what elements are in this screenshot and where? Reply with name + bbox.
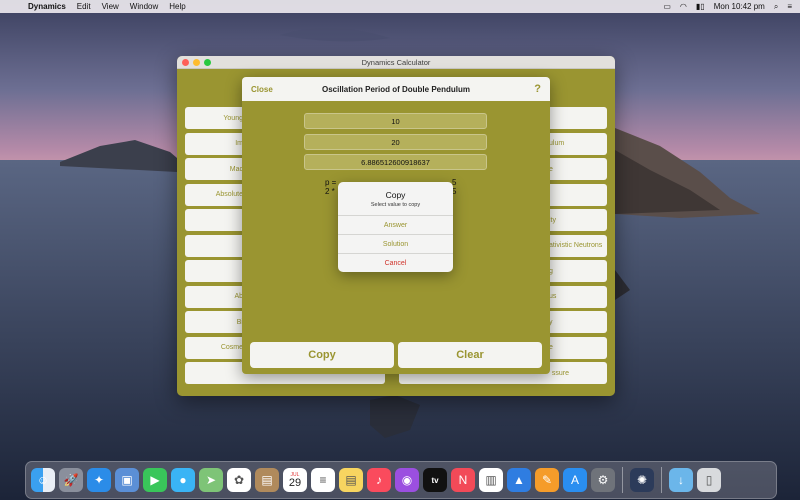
sheet-header: Close Oscillation Period of Double Pendu…: [242, 77, 550, 101]
copy-button[interactable]: Copy: [250, 342, 394, 368]
calendar-icon[interactable]: JUL 29: [283, 468, 307, 492]
window-title: Dynamics Calculator: [361, 57, 431, 67]
calculator-item-right-8[interactable]: y: [545, 311, 607, 333]
calculator-item-right-0[interactable]: [545, 107, 607, 129]
system-preferences-icon[interactable]: ⚙: [591, 468, 615, 492]
copy-dialog-header: Copy Select value to copy: [338, 182, 453, 215]
clear-button[interactable]: Clear: [398, 342, 542, 368]
notes-icon[interactable]: ▤: [339, 468, 363, 492]
menubar: Dynamics Edit View Window Help ▭ ◠ ▮▯ Mo…: [0, 0, 800, 13]
launchpad-icon[interactable]: 🚀: [59, 468, 83, 492]
calculator-item-right-9[interactable]: e: [545, 336, 607, 359]
calculator-item-right-5[interactable]: ativistic Neutrons: [545, 234, 607, 257]
battery-icon[interactable]: ▮▯: [696, 2, 705, 11]
calculator-item-right-7[interactable]: us: [545, 285, 607, 308]
calculator-item-left-0[interactable]: Young: [185, 107, 247, 129]
copy-cancel-option[interactable]: Cancel: [338, 253, 453, 272]
photos-icon[interactable]: ✿: [227, 468, 251, 492]
copy-solution-option[interactable]: Solution: [338, 234, 453, 253]
clock[interactable]: Mon 10:42 pm: [714, 2, 765, 11]
status-area: ▭ ◠ ▮▯ Mon 10:42 pm ⌕ ≡: [663, 2, 792, 12]
calculator-item-right-2[interactable]: e: [545, 158, 607, 180]
close-button[interactable]: Close: [251, 85, 273, 94]
menu-help[interactable]: Help: [169, 2, 185, 11]
messages-icon[interactable]: ●: [171, 468, 195, 492]
calculator-item-right-3[interactable]: [545, 183, 607, 206]
safari-icon[interactable]: ✦: [87, 468, 111, 492]
calculator-item-left-8[interactable]: Bi: [185, 311, 247, 333]
reminders-icon[interactable]: ≡: [311, 468, 335, 492]
trash-icon[interactable]: ▯: [697, 468, 721, 492]
appstore-icon[interactable]: A: [563, 468, 587, 492]
dock: ☺ 🚀 ✦ ▣ ▶ ● ➤ ✿ ▤ JUL 29 ≡ ▤ ♪ ◉ tv N ▥ ▲ ✎ A ⚙ ✺ ↓ ▯: [25, 461, 777, 499]
calculator-item-right-4[interactable]: lty: [545, 209, 607, 231]
pages-icon[interactable]: ✎: [535, 468, 559, 492]
control-center-icon[interactable]: ≡: [787, 2, 792, 11]
numbers-icon[interactable]: ▥: [479, 468, 503, 492]
calculator-item-left-9[interactable]: Cosme: [185, 336, 247, 359]
calculator-item-left-6[interactable]: [185, 260, 247, 282]
calculator-item-left-7[interactable]: Ab: [185, 285, 247, 308]
sheet-title: Oscillation Period of Double Pendulum: [321, 84, 470, 94]
calculator-item-left-5[interactable]: [185, 234, 247, 257]
copy-dialog: Copy Select value to copy Answer Solutio…: [338, 182, 453, 272]
contacts-icon[interactable]: ▤: [255, 468, 279, 492]
calendar-day: 29: [288, 476, 302, 489]
news-icon[interactable]: N: [451, 468, 475, 492]
formula-line-1: p =: [325, 178, 337, 187]
preview-icon[interactable]: ▣: [115, 468, 139, 492]
podcasts-icon[interactable]: ◉: [395, 468, 419, 492]
dynamics-app-icon[interactable]: ✺: [630, 468, 654, 492]
dock-separator: [661, 467, 662, 493]
input-field-1[interactable]: 10: [304, 113, 487, 129]
finder-icon[interactable]: ☺: [31, 468, 55, 492]
facetime-icon[interactable]: ▶: [143, 468, 167, 492]
result-field[interactable]: 6.886512600918637: [304, 154, 487, 170]
copy-dialog-subtitle: Select value to copy: [370, 201, 421, 208]
calculator-item-left-4[interactable]: [185, 209, 247, 231]
search-icon[interactable]: ⌕: [774, 2, 778, 12]
help-button[interactable]: ?: [534, 83, 541, 95]
wifi-icon[interactable]: ◠: [680, 2, 687, 11]
formula-line-2: 2 *: [325, 187, 335, 196]
menu-window[interactable]: Window: [130, 2, 158, 11]
copy-dialog-title: Copy: [385, 189, 406, 200]
downloads-folder-icon[interactable]: ↓: [669, 468, 693, 492]
calculator-item-right-6[interactable]: g: [545, 260, 607, 282]
menu-view[interactable]: View: [102, 2, 119, 11]
airplay-icon[interactable]: ▭: [663, 2, 671, 11]
calculator-item-right-1[interactable]: ulum: [545, 132, 607, 155]
tv-icon[interactable]: tv: [423, 468, 447, 492]
input-field-2[interactable]: 20: [304, 134, 487, 150]
keynote-icon[interactable]: ▲: [507, 468, 531, 492]
music-icon[interactable]: ♪: [367, 468, 391, 492]
menu-edit[interactable]: Edit: [77, 2, 91, 11]
window-titlebar[interactable]: Dynamics Calculator: [177, 56, 615, 69]
tv-label: tv: [431, 475, 439, 485]
menu-app-name[interactable]: Dynamics: [28, 2, 66, 11]
copy-answer-option[interactable]: Answer: [338, 215, 453, 234]
calculator-item-left-3[interactable]: Absolute: [185, 183, 247, 206]
calculator-item-left-1[interactable]: Im: [185, 132, 247, 155]
dock-separator: [622, 467, 623, 493]
maps-icon[interactable]: ➤: [199, 468, 223, 492]
calculator-item-left-2[interactable]: Mac: [185, 158, 247, 180]
